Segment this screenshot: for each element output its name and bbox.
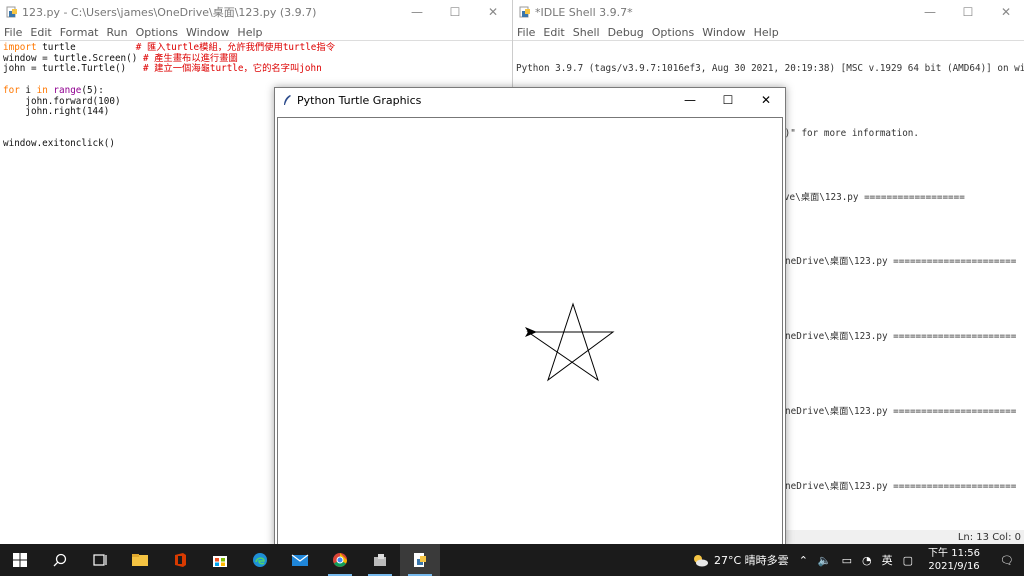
idle-icon <box>519 6 531 18</box>
office-button[interactable] <box>160 544 200 576</box>
search-button[interactable] <box>40 544 80 576</box>
shell-menu-file[interactable]: File <box>513 26 539 39</box>
input-method-indicator[interactable]: 英 <box>877 552 898 568</box>
shell-menu-shell[interactable]: Shell <box>569 26 604 39</box>
feather-icon <box>281 94 293 106</box>
chrome-icon <box>333 553 347 567</box>
turtle-minimize-button[interactable]: — <box>671 88 709 112</box>
app-button[interactable] <box>360 544 400 576</box>
file-explorer-button[interactable] <box>120 544 160 576</box>
turtle-drawing <box>525 302 615 382</box>
office-icon <box>175 553 186 567</box>
star-drawing <box>526 302 615 382</box>
shell-title: *IDLE Shell 3.9.7* <box>535 5 633 19</box>
shell-minimize-button[interactable]: — <box>911 0 949 24</box>
editor-title: 123.py - C:\Users\james\OneDrive\桌面\123.… <box>22 6 317 19</box>
editor-menu-format[interactable]: Format <box>56 26 103 39</box>
task-view-button[interactable] <box>80 544 120 576</box>
battery-icon[interactable]: ▭ <box>837 554 857 567</box>
editor-menu-edit[interactable]: Edit <box>26 26 55 39</box>
shell-menu-options[interactable]: Options <box>648 26 698 39</box>
system-tray: 27°C 晴時多雲 ⌃ 🔈 ▭ ◔ 英 ▢ 下午 11:56 2021/9/16… <box>691 544 1024 576</box>
clock-date: 2021/9/16 <box>928 561 980 572</box>
store-icon <box>213 556 227 567</box>
shell-menubar: File Edit Shell Debug Options Window Hel… <box>513 24 1024 40</box>
shell-menu-help[interactable]: Help <box>750 26 783 39</box>
shell-banner-line: Python 3.9.7 (tags/v3.9.7:1016ef3, Aug 3… <box>516 63 1024 75</box>
turtle-window: Python Turtle Graphics — ☐ ✕ <box>274 87 786 547</box>
clock-time: 下午 11:56 <box>928 548 981 559</box>
shell-titlebar[interactable]: *IDLE Shell 3.9.7* — ☐ ✕ <box>513 0 1024 24</box>
code-line-3: john = turtle.Turtle() # 建立一個海龜turtle，它的… <box>3 63 322 75</box>
turtle-title: Python Turtle Graphics <box>297 93 422 107</box>
ime-icon[interactable]: ▢ <box>898 554 918 567</box>
edge-button[interactable] <box>240 544 280 576</box>
weather-text[interactable]: 27°C 晴時多雲 <box>709 552 794 568</box>
turtle-maximize-button[interactable]: ☐ <box>709 88 747 112</box>
turtle-cursor-icon <box>525 327 537 337</box>
shell-close-button[interactable]: ✕ <box>987 0 1024 24</box>
editor-menubar: File Edit Format Run Options Window Help <box>0 24 512 40</box>
turtle-canvas[interactable] <box>277 117 783 546</box>
shell-maximize-button[interactable]: ☐ <box>949 0 987 24</box>
editor-close-button[interactable]: ✕ <box>474 0 512 24</box>
mail-icon <box>291 554 309 566</box>
taskbar: 27°C 晴時多雲 ⌃ 🔈 ▭ ◔ 英 ▢ 下午 11:56 2021/9/16… <box>0 544 1024 576</box>
idle-taskbar-button[interactable] <box>400 544 440 576</box>
weather-icon <box>694 555 708 567</box>
volume-icon[interactable]: 🔈 <box>813 554 837 567</box>
windows-logo-icon <box>13 553 27 567</box>
editor-maximize-button[interactable]: ☐ <box>436 0 474 24</box>
idle-icon <box>414 553 426 567</box>
notification-icon[interactable]: 🗨 <box>990 554 1024 567</box>
chrome-button[interactable] <box>320 544 360 576</box>
editor-menu-run[interactable]: Run <box>103 26 132 39</box>
task-view-icon <box>93 554 107 566</box>
editor-menu-window[interactable]: Window <box>182 26 233 39</box>
store-button[interactable] <box>200 544 240 576</box>
editor-menu-file[interactable]: File <box>0 26 26 39</box>
mail-button[interactable] <box>280 544 320 576</box>
turtle-titlebar[interactable]: Python Turtle Graphics — ☐ ✕ <box>275 88 785 112</box>
turtle-close-button[interactable]: ✕ <box>747 88 785 112</box>
edge-icon <box>253 553 267 567</box>
start-button[interactable] <box>0 544 40 576</box>
app-icon <box>374 554 386 566</box>
folder-icon <box>132 554 148 566</box>
search-icon <box>53 553 67 567</box>
shell-menu-edit[interactable]: Edit <box>539 26 568 39</box>
clock[interactable]: 下午 11:56 2021/9/16 <box>918 547 990 573</box>
shell-menu-window[interactable]: Window <box>698 26 749 39</box>
cursor-position: Ln: 13 Col: 0 <box>957 531 1021 543</box>
editor-menu-options[interactable]: Options <box>132 26 182 39</box>
shell-menu-debug[interactable]: Debug <box>604 26 648 39</box>
editor-minimize-button[interactable]: — <box>398 0 436 24</box>
tray-overflow-icon[interactable]: ⌃ <box>794 554 813 567</box>
network-icon[interactable]: ◔ <box>857 554 877 567</box>
python-file-icon <box>6 6 18 18</box>
editor-menu-help[interactable]: Help <box>233 26 266 39</box>
editor-titlebar[interactable]: 123.py - C:\Users\james\OneDrive\桌面\123.… <box>0 0 512 24</box>
